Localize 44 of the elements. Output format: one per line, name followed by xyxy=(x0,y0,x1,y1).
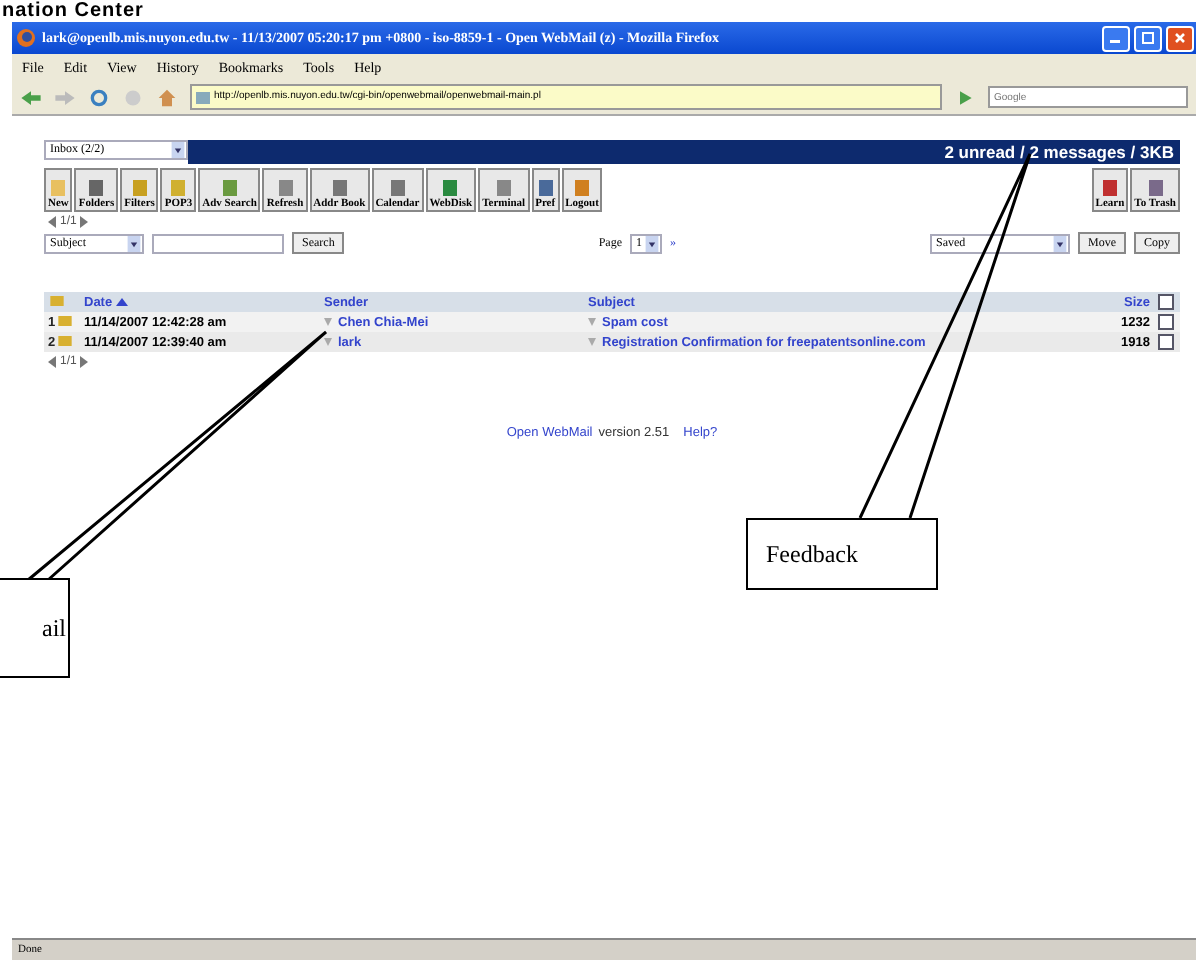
tile-icon xyxy=(572,178,592,198)
back-icon[interactable] xyxy=(20,87,42,107)
arrow-icon xyxy=(588,337,596,345)
tile-icon xyxy=(48,178,69,198)
reload-icon[interactable] xyxy=(88,87,110,107)
row-checkbox[interactable] xyxy=(1158,314,1174,330)
callout-text: ail xyxy=(42,613,68,643)
tile-icon xyxy=(440,178,461,198)
callout-text: Feedback xyxy=(766,539,858,569)
maximize-icon xyxy=(1140,30,1156,46)
arrow-icon xyxy=(324,317,332,325)
previous-page-icon[interactable] xyxy=(48,215,56,227)
dropdown-icon[interactable] xyxy=(1052,235,1068,251)
tile-icon xyxy=(275,178,296,198)
dropdown-icon[interactable] xyxy=(126,235,142,251)
next-page-icon[interactable] xyxy=(80,355,89,367)
tile-icon xyxy=(86,178,107,198)
dropdown-icon[interactable] xyxy=(170,142,186,158)
heading-text: nation Center xyxy=(0,0,144,22)
search-input[interactable] xyxy=(152,233,284,253)
close-icon xyxy=(1172,30,1188,46)
go-icon[interactable] xyxy=(954,87,976,107)
tile-icon xyxy=(535,178,556,198)
summary-text: 2 unread / 2 messages / 3KB xyxy=(944,142,1174,162)
tile-icon xyxy=(329,178,350,198)
minimize-button[interactable] xyxy=(1102,25,1130,51)
arrow-icon xyxy=(324,337,332,345)
maximize-button[interactable] xyxy=(1134,25,1162,51)
row-checkbox[interactable] xyxy=(1158,334,1174,350)
tile-icon xyxy=(129,178,150,198)
select-all-checkbox[interactable] xyxy=(1158,294,1174,310)
previous-page-icon[interactable] xyxy=(48,355,56,367)
dropdown-icon[interactable] xyxy=(644,235,660,251)
tile-icon xyxy=(219,178,240,198)
tile-icon xyxy=(168,178,189,198)
tile-icon xyxy=(387,178,408,198)
tile-icon xyxy=(1099,178,1120,198)
arrow-icon xyxy=(588,317,596,325)
close-button[interactable] xyxy=(1166,25,1194,51)
firefox-icon xyxy=(16,28,36,48)
tile-icon xyxy=(493,178,514,198)
tile-icon xyxy=(1145,178,1166,198)
next-page-icon[interactable] xyxy=(80,215,89,227)
sort-ascending-icon[interactable] xyxy=(115,297,128,305)
